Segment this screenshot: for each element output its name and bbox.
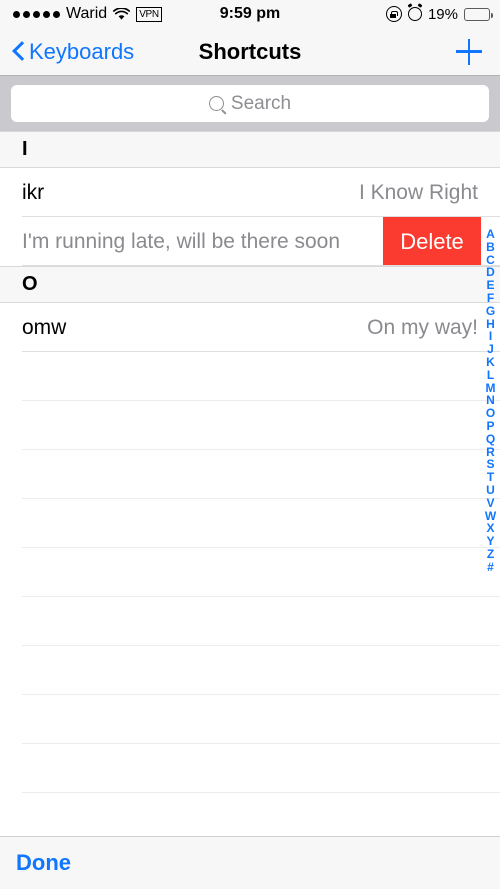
empty-row <box>0 646 500 695</box>
delete-button[interactable]: Delete <box>383 217 481 266</box>
navigation-bar: Keyboards Shortcuts <box>0 28 500 76</box>
index-letter[interactable]: A <box>481 228 500 241</box>
section-header: O <box>0 266 500 303</box>
rotation-lock-icon <box>385 6 402 22</box>
index-letter[interactable]: P <box>481 420 500 433</box>
alarm-clock-icon <box>407 7 422 21</box>
empty-row <box>0 548 500 597</box>
section-header: I <box>0 131 500 168</box>
search-input[interactable]: Search <box>11 85 489 122</box>
shortcut-key: ikr <box>22 180 45 204</box>
index-letter[interactable]: B <box>481 240 500 254</box>
index-letter[interactable]: Q <box>481 432 500 446</box>
search-placeholder: Search <box>230 92 292 114</box>
add-shortcut-button[interactable] <box>456 28 482 75</box>
empty-row <box>0 401 500 450</box>
search-icon <box>208 96 224 111</box>
empty-row <box>0 352 500 401</box>
shortcuts-screen: Warid VPN 9:59 pm 19% Keyboards Shortcut… <box>0 0 500 889</box>
index-letter[interactable]: V <box>481 496 500 510</box>
shortcuts-list[interactable]: Iikr I Know Right I'm running late, will b… <box>0 131 500 836</box>
index-letter[interactable]: F <box>481 292 500 305</box>
shortcut-phrase: On my way! <box>367 315 478 339</box>
battery-icon <box>464 7 493 21</box>
index-letter[interactable]: # <box>481 560 500 574</box>
page-title: Shortcuts <box>198 38 302 64</box>
empty-row <box>0 695 500 744</box>
shortcut-phrase: I Know Right <box>358 180 478 204</box>
table-row[interactable]: omw On my way! <box>0 303 500 352</box>
bottom-toolbar: Done <box>0 836 500 889</box>
table-row-swiped[interactable]: I'm running late, will be there soon Dele… <box>0 217 500 266</box>
done-button[interactable]: Done <box>16 850 71 876</box>
battery-percent-label: 19% <box>427 5 458 23</box>
status-bar-right: 19% <box>385 0 493 28</box>
empty-row <box>0 597 500 646</box>
shortcut-phrase: I'm running late, will be there soon <box>22 229 341 253</box>
shortcut-key: omw <box>22 315 67 339</box>
search-bar-container: Search <box>0 76 500 131</box>
empty-row <box>0 450 500 499</box>
index-letter[interactable]: G <box>481 304 500 318</box>
table-row[interactable]: ikr I Know Right <box>0 168 500 217</box>
status-bar: Warid VPN 9:59 pm 19% <box>0 0 500 28</box>
alphabet-index-bar[interactable]: A B C D E F G H I J K L M N O P Q R S T U V W X Y Z # <box>481 228 500 574</box>
plus-icon <box>456 38 482 65</box>
index-letter[interactable]: L <box>481 368 500 382</box>
index-letter[interactable]: Z <box>481 548 500 561</box>
index-letter[interactable]: Y <box>481 535 500 548</box>
index-letter[interactable]: K <box>481 356 500 369</box>
empty-row <box>0 744 500 793</box>
empty-row <box>0 499 500 548</box>
index-letter[interactable]: U <box>481 484 500 497</box>
